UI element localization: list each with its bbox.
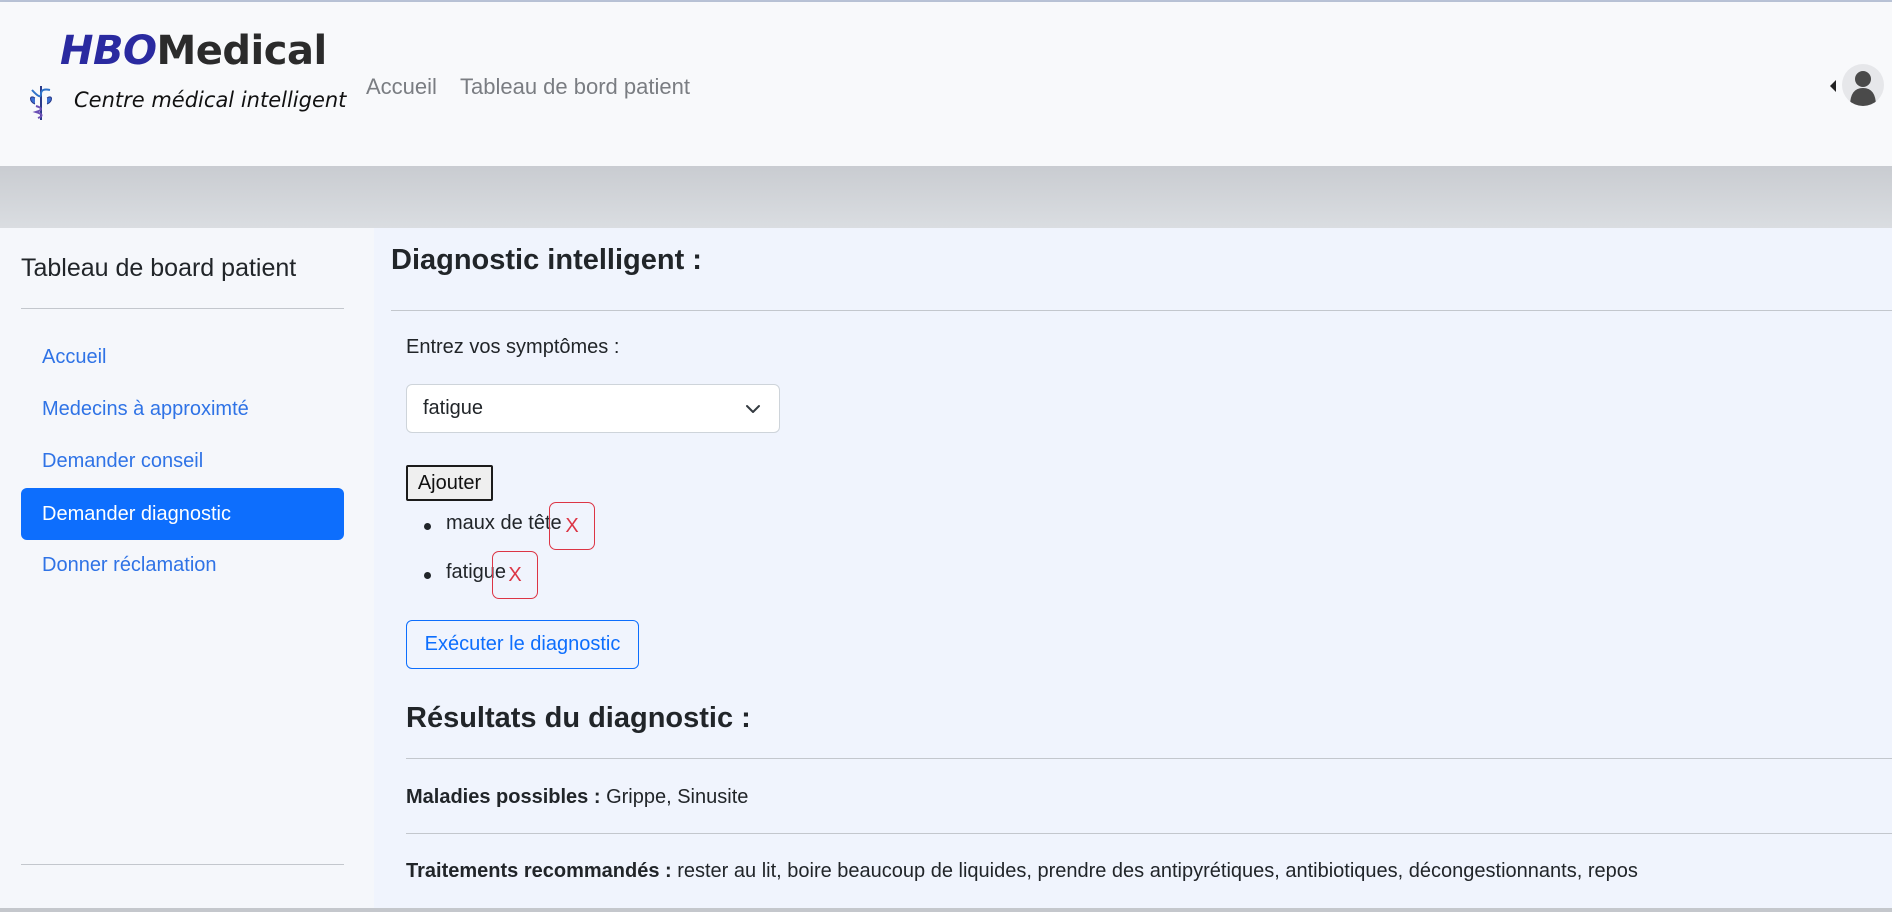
brand-name-part2: Medical (156, 28, 327, 74)
sidebar-item-ask-advice[interactable]: Demander conseil (21, 435, 344, 487)
caduceus-icon (30, 86, 52, 120)
title-divider (391, 310, 1892, 311)
possible-diseases: Maladies possibles : Grippe, Sinusite (406, 786, 748, 809)
recommended-treatments-label: Traitements recommandés : (406, 860, 672, 882)
main-content: Diagnostic intelligent : Entrez vos symp… (374, 228, 1892, 912)
page-title: Diagnostic intelligent : (391, 244, 702, 276)
sidebar-item-nearby-doctors[interactable]: Medecins à approximté (21, 383, 344, 435)
sidebar-item-home[interactable]: Accueil (21, 331, 344, 383)
nav-link-patient-dashboard[interactable]: Tableau de bord patient (460, 74, 690, 100)
symptom-field-label: Entrez vos symptômes : (406, 336, 620, 358)
results-row-divider (406, 833, 1892, 834)
symptom-select-value: fatigue (423, 397, 484, 419)
sidebar-divider (21, 308, 344, 309)
caret-left-icon[interactable] (1830, 80, 1836, 92)
sidebar: Tableau de board patient Accueil Medecin… (0, 228, 374, 912)
sidebar-item-ask-diagnostic[interactable]: Demander diagnostic (21, 488, 344, 540)
bottom-border (0, 908, 1892, 912)
results-title: Résultats du diagnostic : (406, 702, 751, 734)
bullet-icon (424, 523, 431, 530)
sidebar-bottom-divider (21, 864, 344, 865)
sidebar-title: Tableau de board patient (21, 254, 297, 282)
add-symptom-button[interactable]: Ajouter (406, 465, 493, 501)
chevron-down-icon (746, 405, 760, 413)
remove-symptom-button[interactable]: X (492, 551, 538, 599)
bullet-icon (424, 572, 431, 579)
sidebar-item-complaint[interactable]: Donner réclamation (21, 539, 344, 591)
brand-name[interactable]: HBOMedical (60, 28, 327, 74)
header-band (0, 166, 1892, 228)
user-avatar-icon[interactable] (1842, 64, 1884, 106)
results-divider (406, 758, 1892, 759)
recommended-treatments-value: rester au lit, boire beaucoup de liquide… (677, 860, 1638, 882)
brand-tagline: Centre médical intelligent (74, 88, 347, 112)
symptom-select[interactable]: fatigue (406, 384, 780, 433)
navbar: HBOMedical Centre médical intelligent Ac… (0, 2, 1892, 166)
possible-diseases-label: Maladies possibles : (406, 786, 601, 808)
run-diagnostic-button[interactable]: Exécuter le diagnostic (406, 620, 639, 669)
person-silhouette-icon (1850, 71, 1876, 106)
recommended-treatments: Traitements recommandés : rester au lit,… (406, 860, 1638, 883)
brand-name-part1: HBO (60, 28, 157, 74)
possible-diseases-value: Grippe, Sinusite (606, 786, 749, 808)
symptom-name: maux de tête (446, 512, 562, 534)
nav-link-home[interactable]: Accueil (366, 74, 437, 100)
remove-symptom-button[interactable]: X (549, 502, 595, 550)
